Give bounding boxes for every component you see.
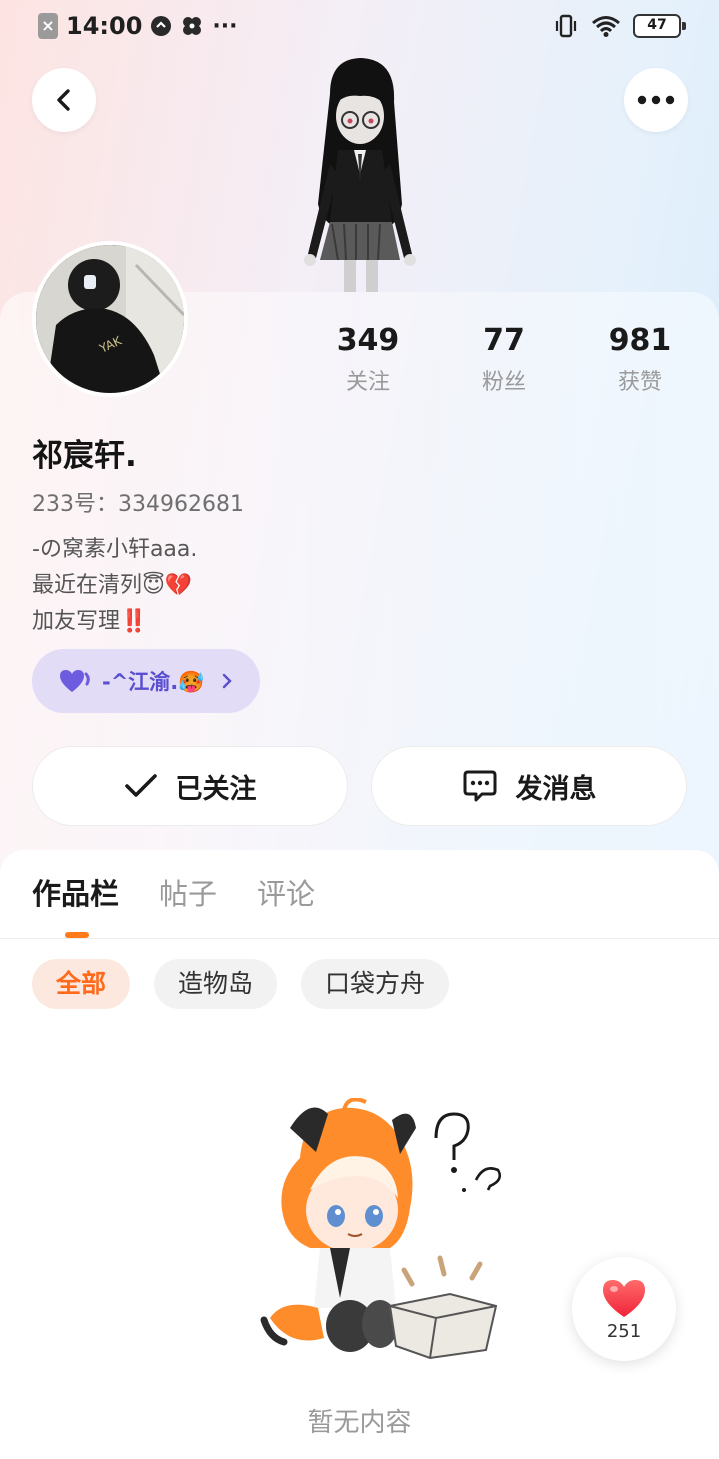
- chevron-left-icon: [57, 89, 70, 111]
- more-dots-icon: [637, 95, 675, 105]
- stats-row: 349 关注 77 粉丝 981 获赞: [300, 322, 710, 396]
- notification-icon: [151, 16, 172, 36]
- character-avatar-image[interactable]: [280, 54, 440, 294]
- following-label: 已关注: [175, 773, 257, 805]
- stat-value: 981: [608, 323, 672, 358]
- stat-following[interactable]: 349 关注: [300, 322, 436, 396]
- avatar-photo-image: YAK: [36, 245, 184, 393]
- status-time: 14:00: [66, 12, 143, 40]
- back-button[interactable]: [32, 68, 96, 132]
- tab-posts[interactable]: 帖子: [159, 874, 217, 914]
- stat-likes[interactable]: 981 获赞: [572, 322, 708, 396]
- message-button[interactable]: 发消息: [371, 746, 687, 826]
- empty-state-illustration: [260, 1098, 502, 1360]
- empty-state-text: 暂无内容: [307, 1408, 412, 1438]
- message-label: 发消息: [515, 773, 597, 805]
- heart-icon: [60, 670, 90, 692]
- stat-value: 77: [483, 323, 525, 358]
- wifi-icon: [592, 16, 620, 37]
- stat-label: 粉丝: [481, 370, 526, 395]
- chevron-right-icon: [223, 673, 233, 689]
- battery-icon: 47: [633, 14, 686, 38]
- bio-line: 加友写理‼️: [32, 609, 148, 634]
- chat-bubble-icon: [463, 770, 496, 802]
- sim-x-icon: ×: [38, 13, 58, 39]
- vibrate-icon: [555, 14, 577, 38]
- filter-island[interactable]: 造物岛: [154, 959, 278, 1009]
- content-tabs: 作品栏 帖子 评论: [32, 874, 315, 914]
- bio-line: 最近在清列😇💔: [32, 573, 193, 598]
- like-count: 251: [606, 1320, 642, 1342]
- battery-level: 47: [647, 17, 667, 33]
- status-more-dots: ···: [212, 13, 238, 39]
- user-id: 233号：334962681: [32, 492, 244, 517]
- more-button[interactable]: [624, 68, 688, 132]
- stat-label: 关注: [345, 370, 390, 395]
- user-avatar[interactable]: YAK: [32, 241, 188, 397]
- status-bar: × 14:00 ··· 47: [0, 0, 719, 58]
- fan-icon: [183, 17, 202, 35]
- friend-name: -^江渝.🥵: [102, 670, 205, 694]
- stat-fans[interactable]: 77 粉丝: [436, 322, 572, 396]
- heart-icon: [603, 1279, 645, 1317]
- filter-pocket-ark[interactable]: 口袋方舟: [301, 959, 450, 1009]
- friend-chip[interactable]: -^江渝.🥵: [32, 649, 260, 713]
- tab-works[interactable]: 作品栏: [32, 874, 119, 914]
- filter-all[interactable]: 全部: [32, 959, 131, 1009]
- checkmark-icon: [124, 774, 157, 797]
- like-floating-button[interactable]: 251: [572, 1257, 676, 1361]
- username: 祁宸轩.: [32, 438, 137, 474]
- filter-chips: 全部 造物岛 口袋方舟: [32, 959, 450, 1009]
- stat-value: 349: [336, 323, 400, 358]
- bio-line: -の窝素小轩aaa.: [32, 537, 198, 562]
- tabs-divider: [0, 938, 719, 939]
- stat-label: 获赞: [617, 370, 662, 395]
- following-button[interactable]: 已关注: [32, 746, 348, 826]
- tab-comments[interactable]: 评论: [257, 874, 315, 914]
- bio: -の窝素小轩aaa. 最近在清列😇💔 加友写理‼️: [32, 532, 197, 640]
